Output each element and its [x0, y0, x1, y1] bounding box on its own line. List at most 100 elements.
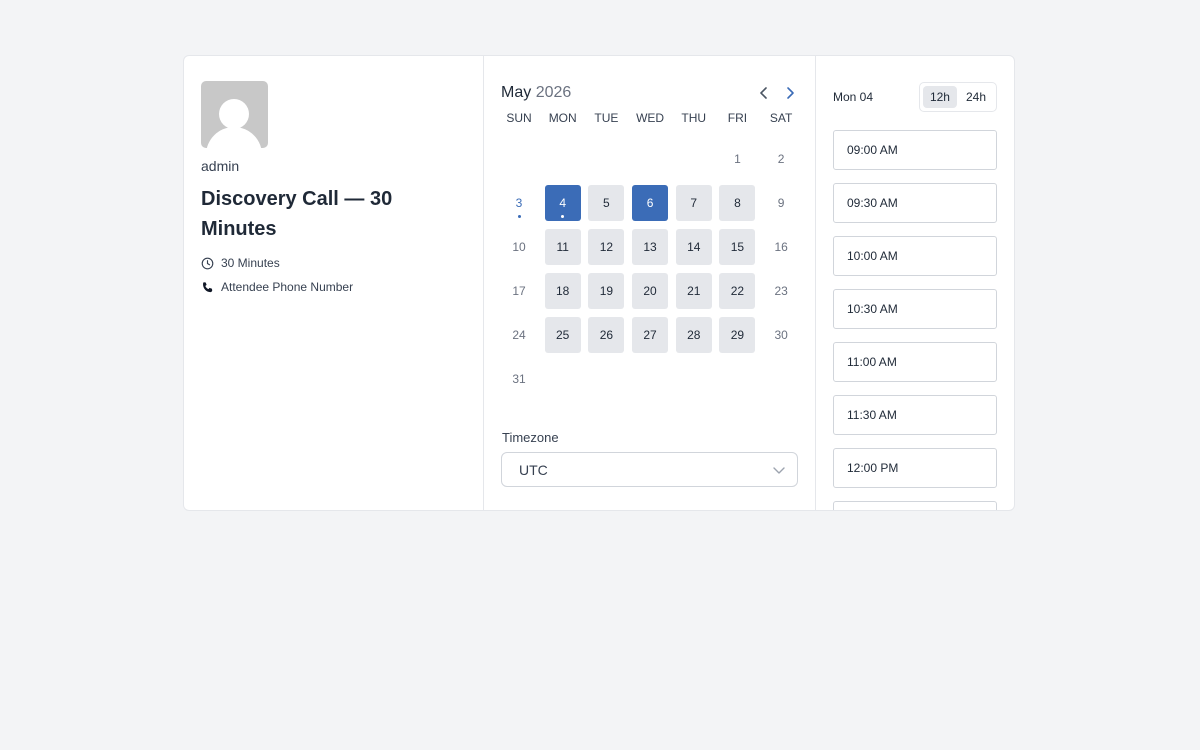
- calendar-day[interactable]: 6: [632, 185, 669, 221]
- calendar-day[interactable]: 20: [632, 273, 669, 309]
- calendar-day-number: 16: [774, 240, 788, 254]
- time-slot-list: 09:00 AM 09:30 AM 10:00 AM 10:30 AM 11:00 AM…: [833, 130, 997, 510]
- calendar-day-number: 17: [512, 284, 526, 298]
- time-slot-button[interactable]: 10:30 AM: [833, 289, 997, 329]
- time-format-toggle: 12h 24h: [918, 82, 997, 112]
- calendar-day[interactable]: 19: [588, 273, 625, 309]
- calendar-day-number: 28: [687, 328, 701, 342]
- time-slot-button[interactable]: 10:00 AM: [833, 236, 997, 276]
- weekday-label: WED: [636, 111, 665, 125]
- calendar-day-number: 2: [777, 152, 785, 166]
- prev-month-button[interactable]: [758, 86, 770, 100]
- weekday-label: SAT: [769, 111, 793, 125]
- time-slot-button[interactable]: 12:00 PM: [833, 448, 997, 488]
- format-24h-button[interactable]: 24h: [959, 86, 993, 108]
- owner-name: admin: [201, 158, 240, 174]
- weekday-header: SUN MON TUE WED THU FRI SAT: [501, 111, 798, 125]
- calendar-day: 17: [501, 273, 537, 309]
- calendar-day-number: 15: [730, 240, 745, 254]
- calendar-day-number: 12: [599, 240, 614, 254]
- calendar-day[interactable]: 22: [719, 273, 756, 309]
- calendar-day-number: 22: [730, 284, 745, 298]
- timezone-label: Timezone: [502, 430, 559, 445]
- calendar-day: 16: [763, 229, 799, 265]
- calendar-empty-cell: [588, 141, 624, 177]
- calendar-day-number: 13: [643, 240, 657, 254]
- calendar-day-number: 29: [730, 328, 745, 342]
- calendar-day-number: 1: [734, 152, 741, 166]
- calendar-empty-cell: [501, 141, 537, 177]
- duration-row: 30 Minutes: [201, 256, 466, 270]
- calendar-day-number: 20: [643, 284, 657, 298]
- calendar-day-number: 23: [774, 284, 788, 298]
- calendar-day[interactable]: 8: [719, 185, 756, 221]
- time-slot-button[interactable]: 11:00 AM: [833, 342, 997, 382]
- calendar-day[interactable]: 15: [719, 229, 756, 265]
- weekday-label: TUE: [594, 111, 619, 125]
- calendar-day[interactable]: 4: [544, 185, 581, 221]
- weekday-label: FRI: [727, 111, 748, 125]
- day-indicator-dot: [561, 215, 565, 218]
- clock-icon: [201, 257, 214, 269]
- avatar: [201, 81, 268, 148]
- calendar-day[interactable]: 7: [675, 185, 712, 221]
- calendar-day-number: 5: [603, 196, 610, 210]
- calendar-day[interactable]: 14: [675, 229, 712, 265]
- calendar-day[interactable]: 26: [588, 317, 625, 353]
- month-title: May 2026: [501, 84, 571, 102]
- calendar-empty-cell: [632, 141, 668, 177]
- calendar-day-number: 27: [643, 328, 657, 342]
- calendar-day[interactable]: 11: [544, 229, 581, 265]
- calendar-day-number: 30: [774, 328, 788, 342]
- calendar-day[interactable]: 13: [632, 229, 669, 265]
- chevron-right-icon: [787, 87, 794, 99]
- month-name: May: [501, 84, 532, 101]
- calendar-day: 24: [501, 317, 537, 353]
- calendar-day-number: 26: [599, 328, 614, 342]
- chevron-left-icon: [760, 87, 767, 99]
- time-slot-button[interactable]: 09:30 AM: [833, 183, 997, 223]
- calendar-day: 2: [763, 141, 799, 177]
- calendar-day-number: 18: [556, 284, 570, 298]
- calendar-day-number: 9: [777, 196, 785, 210]
- calendar-day[interactable]: 25: [544, 317, 581, 353]
- calendar-day-number: 10: [512, 240, 526, 254]
- calendar-day-number: 14: [687, 240, 701, 254]
- booking-card: admin Discovery Call — 30 Minutes 30 Min…: [183, 55, 1015, 511]
- calendar-day-number: 31: [512, 372, 526, 386]
- time-slots-panel: Mon 04 12h 24h 09:00 AM 09:30 AM 10:00 AM 1…: [816, 56, 1014, 510]
- calendar-day[interactable]: 12: [588, 229, 625, 265]
- time-slot-button[interactable]: 11:30 AM: [833, 395, 997, 435]
- weekday-label: SUN: [506, 111, 532, 125]
- slots-header: Mon 04 12h 24h: [833, 81, 997, 113]
- time-slot-button[interactable]: 09:00 AM: [833, 130, 997, 170]
- calendar-day: 3: [501, 185, 537, 221]
- weekday-label: THU: [681, 111, 707, 125]
- calendar-empty-cell: [676, 141, 712, 177]
- timezone-select[interactable]: UTC: [501, 452, 798, 487]
- format-12h-button[interactable]: 12h: [922, 86, 957, 108]
- calendar-grid: 1 2 3 4 5 6 7 8 9 10 11 12 13 14 15 16 17 18 19 20 21 22 23 24 2…: [501, 141, 798, 397]
- calendar-day[interactable]: 27: [632, 317, 669, 353]
- timezone-value: UTC: [519, 461, 548, 478]
- calendar-day: 30: [763, 317, 799, 353]
- event-title: Discovery Call — 30 Minutes: [201, 188, 393, 240]
- calendar-day-number: 24: [512, 328, 526, 342]
- location-text: Attendee Phone Number: [221, 280, 354, 294]
- phone-icon: [203, 281, 213, 292]
- calendar-day-number: 3: [515, 196, 523, 210]
- calendar-day-number: 11: [556, 240, 569, 254]
- time-slot-button[interactable]: 12:30 PM: [833, 501, 997, 510]
- calendar-day: 10: [501, 229, 537, 265]
- calendar-day[interactable]: 28: [675, 317, 712, 353]
- month-header: May 2026: [501, 81, 798, 105]
- calendar-day[interactable]: 29: [719, 317, 756, 353]
- calendar-day[interactable]: 5: [588, 185, 625, 221]
- calendar-day[interactable]: 18: [544, 273, 581, 309]
- calendar-panel: May 2026 SUN MON TUE WED THU FRI SAT 123456789…: [484, 56, 816, 510]
- chevron-down-icon: [773, 466, 785, 474]
- calendar-day-number: 21: [687, 284, 701, 298]
- next-month-button[interactable]: [784, 86, 796, 100]
- calendar-day[interactable]: 21: [675, 273, 712, 309]
- calendar-day-number: 19: [599, 284, 614, 298]
